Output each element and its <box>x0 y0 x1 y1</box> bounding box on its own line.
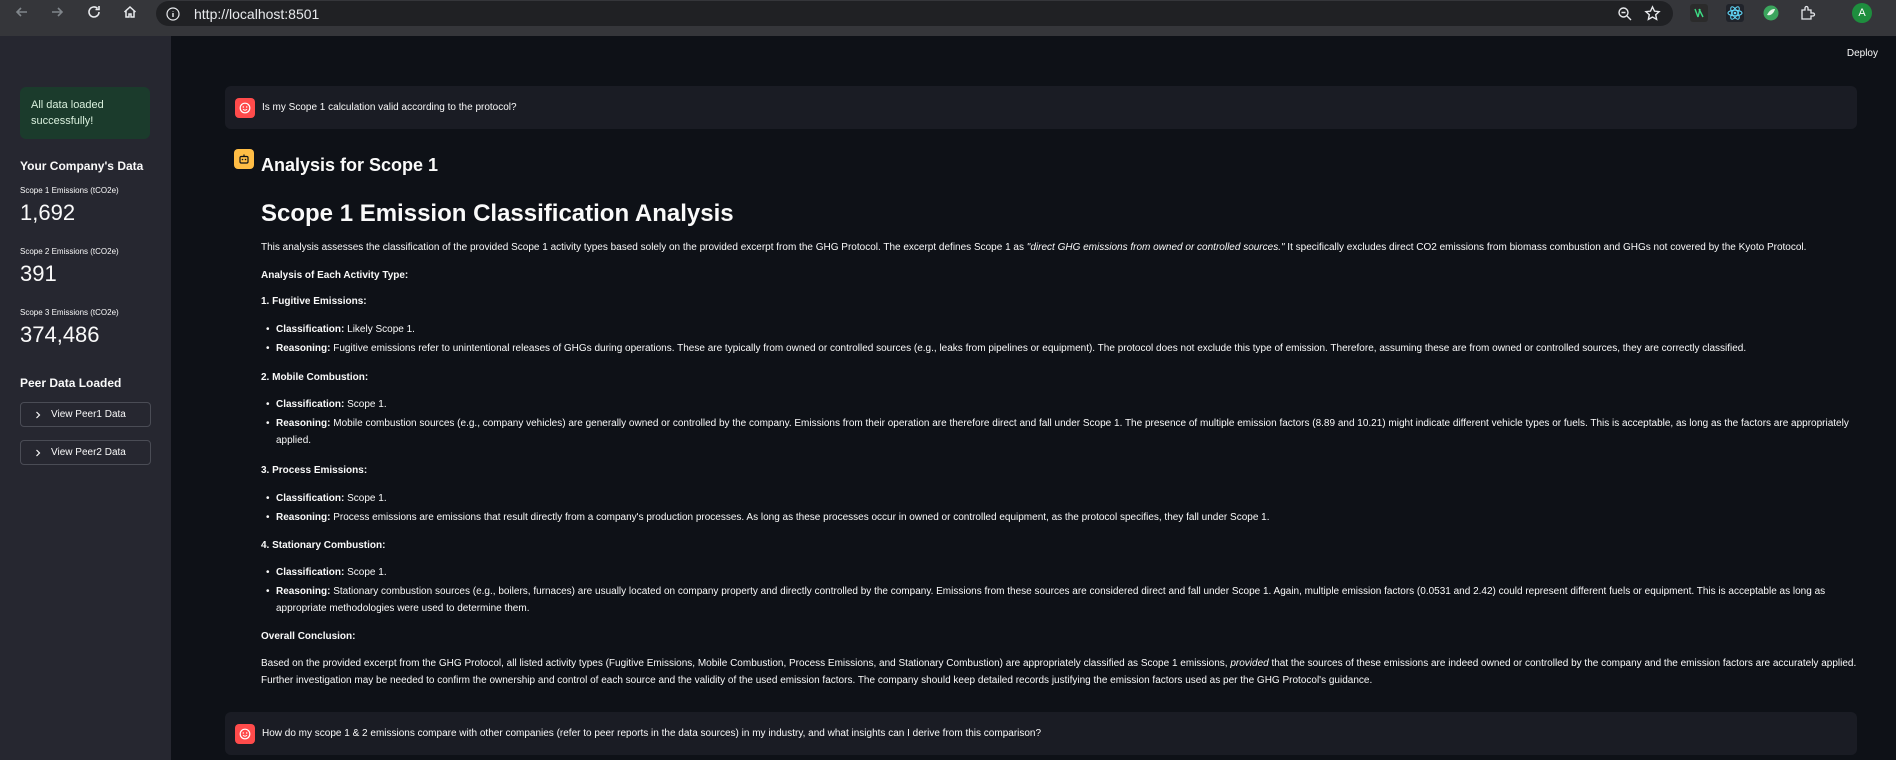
classification-label: Classification: <box>276 493 345 504</box>
view-peer1-label: View Peer1 Data <box>51 409 126 420</box>
assistant-avatar <box>234 149 254 169</box>
section-title: 1. Fugitive Emissions: <box>261 296 367 307</box>
address-bar[interactable]: http://localhost:8501 <box>156 1 1673 26</box>
analysis-heading: Analysis for Scope 1 <box>261 155 439 175</box>
puzzle-icon <box>1801 5 1816 20</box>
extensions-puzzle-icon[interactable] <box>1799 4 1817 22</box>
classification-value: Scope 1. <box>347 567 387 578</box>
reasoning-label: Reasoning: <box>276 343 331 354</box>
home-icon <box>123 5 137 18</box>
classification-label: Classification: <box>276 567 345 578</box>
classification-label: Classification: <box>276 399 345 410</box>
smile-icon <box>239 102 251 113</box>
metric-value-scope2: 391 <box>20 261 57 286</box>
conclusion-label: Overall Conclusion: <box>261 631 356 642</box>
conclusion-line2: Further investigation may be needed to c… <box>261 675 1373 686</box>
metric-label-scope1: Scope 1 Emissions (tCO2e) <box>20 186 119 195</box>
section-title: 2. Mobile Combustion: <box>261 372 369 383</box>
reasoning-text: Mobile combustion sources (e.g., company… <box>333 418 1849 429</box>
user-message-2: How do my scope 1 & 2 emissions compare … <box>225 712 1857 755</box>
view-peer1-expander[interactable]: View Peer1 Data <box>20 402 151 427</box>
list-item: Classification: Likely Scope 1. <box>266 324 415 335</box>
info-icon[interactable] <box>166 6 180 21</box>
reasoning-label: Reasoning: <box>276 512 331 523</box>
chevron-right-icon <box>36 411 41 418</box>
forward-button[interactable] <box>40 0 74 29</box>
browser-toolbar: http://localhost:8501 A <box>0 0 1896 36</box>
user-message-1: Is my Scope 1 calculation valid accordin… <box>225 86 1857 129</box>
list-item: Reasoning: Fugitive emissions refer to u… <box>266 343 1747 354</box>
list-item: Reasoning: Stationary combustion sources… <box>266 586 1826 597</box>
metric-label-scope2: Scope 2 Emissions (tCO2e) <box>20 247 119 256</box>
page-title: Scope 1 Emission Classification Analysis <box>261 200 734 227</box>
classification-value: Likely Scope 1. <box>347 324 415 335</box>
reasoning-text: Fugitive emissions refer to unintentiona… <box>333 343 1747 354</box>
conclusion-text-b: that the sources of these emissions are … <box>1268 658 1857 669</box>
extension-icon-3[interactable] <box>1762 4 1780 22</box>
conclusion-paragraph: Based on the provided excerpt from the G… <box>261 658 1856 669</box>
sidebar: All data loaded successfully! Your Compa… <box>0 36 171 760</box>
classification-value: Scope 1. <box>347 399 387 410</box>
reasoning-text: Process emissions are emissions that res… <box>333 512 1270 523</box>
view-peer2-label: View Peer2 Data <box>51 447 126 458</box>
classification-value: Scope 1. <box>347 493 387 504</box>
analysis-label: Analysis of Each Activity Type: <box>261 270 409 281</box>
company-data-header: Your Company's Data <box>20 159 144 173</box>
url-text[interactable]: http://localhost:8501 <box>194 6 319 22</box>
reasoning-text: Stationary combustion sources (e.g., boi… <box>333 586 1826 597</box>
main-area: Deploy Is my Scope 1 calculation valid a… <box>171 36 1896 760</box>
reload-button[interactable] <box>77 0 111 29</box>
list-item: Reasoning: Process emissions are emissio… <box>266 512 1270 523</box>
section-title: 3. Process Emissions: <box>261 465 368 476</box>
bookmark-star-icon[interactable] <box>1644 5 1661 22</box>
extension-icon-1[interactable] <box>1690 4 1708 22</box>
extension-glyph-icon <box>1694 8 1704 18</box>
user-message-text: Is my Scope 1 calculation valid accordin… <box>262 102 517 113</box>
conclusion-emphasis: provided <box>1230 658 1269 669</box>
intro-text-b: It specifically excludes direct CO2 emis… <box>1284 242 1807 253</box>
profile-avatar[interactable]: A <box>1852 3 1872 23</box>
reload-icon <box>88 6 100 18</box>
view-peer2-expander[interactable]: View Peer2 Data <box>20 440 151 465</box>
arrow-right-icon <box>52 7 64 17</box>
robot-icon <box>239 154 249 164</box>
classification-label: Classification: <box>276 324 345 335</box>
list-item: Reasoning: Mobile combustion sources (e.… <box>266 418 1849 429</box>
react-atom-icon <box>1727 6 1743 20</box>
metric-value-scope1: 1,692 <box>20 200 76 225</box>
react-devtools-icon[interactable] <box>1726 4 1744 22</box>
deploy-button[interactable]: Deploy <box>1847 48 1878 59</box>
list-item: Classification: Scope 1. <box>266 567 387 578</box>
home-button[interactable] <box>113 0 147 29</box>
reasoning-continuation: appropriate methodologies were used to d… <box>276 603 530 614</box>
peer-data-header: Peer Data Loaded <box>20 376 122 390</box>
section-title: 4. Stationary Combustion: <box>261 540 386 551</box>
user-message-text: How do my scope 1 & 2 emissions compare … <box>262 728 1042 739</box>
back-button[interactable] <box>5 0 39 29</box>
intro-quote: "direct GHG emissions from owned or cont… <box>1026 242 1285 253</box>
zoom-icon[interactable] <box>1617 6 1633 22</box>
reasoning-label: Reasoning: <box>276 418 331 429</box>
metric-value-scope3: 374,486 <box>20 322 100 347</box>
reasoning-continuation: applied. <box>276 435 312 446</box>
intro-text-a: This analysis assesses the classificatio… <box>261 242 1027 253</box>
user-avatar <box>235 97 255 118</box>
metric-label-scope3: Scope 3 Emissions (tCO2e) <box>20 308 119 317</box>
conclusion-text-a: Based on the provided excerpt from the G… <box>261 658 1231 669</box>
list-item: Classification: Scope 1. <box>266 399 387 410</box>
intro-paragraph: This analysis assesses the classificatio… <box>261 242 1806 253</box>
user-avatar <box>235 723 255 744</box>
smile-icon <box>239 728 251 739</box>
chevron-right-icon <box>36 449 41 456</box>
success-alert: All data loaded successfully! <box>20 87 150 139</box>
leaf-icon <box>1763 5 1779 21</box>
reasoning-label: Reasoning: <box>276 586 331 597</box>
arrow-left-icon <box>15 7 27 17</box>
list-item: Classification: Scope 1. <box>266 493 387 504</box>
